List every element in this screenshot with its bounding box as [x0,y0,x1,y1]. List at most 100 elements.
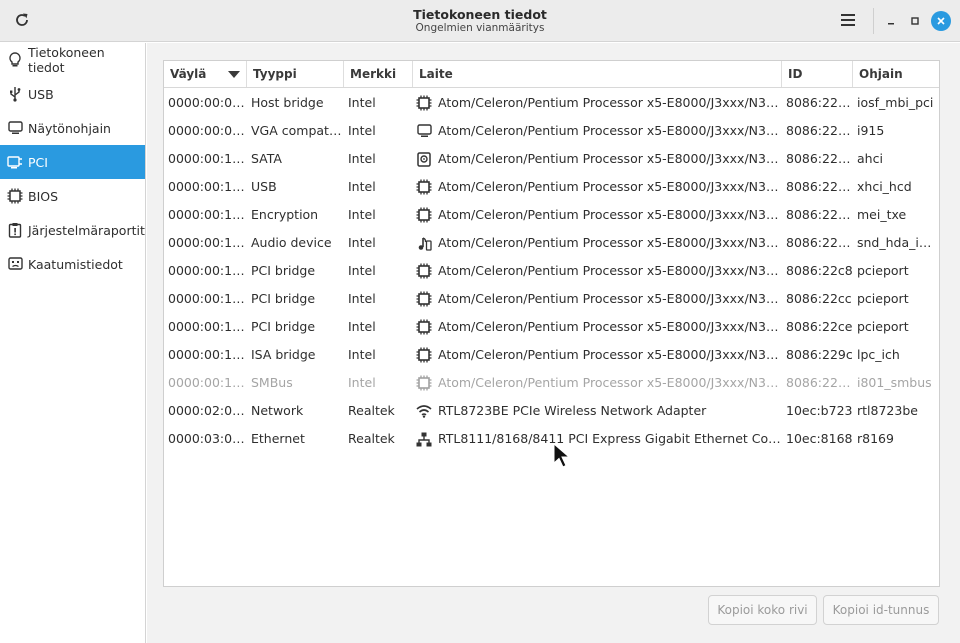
window-title: Tietokoneen tiedot [413,7,547,22]
sidebar-item-system-reports[interactable]: Järjestelmäraportit [0,213,145,247]
sidebar-item-pci[interactable]: PCI [0,145,145,179]
column-header-device[interactable]: Laite [413,61,782,87]
table-row[interactable]: 0000:00:1f.3 SMBus Intel Atom/Celeron/Penti… [164,369,939,397]
cell-type: Host bridge [251,95,324,110]
table-row[interactable]: 0000:00:00.0 Host bridge Intel Atom/Celeron… [164,89,939,117]
cell-bus: 0000:00:1c.2 [168,291,247,306]
cell-driver: i801_smbus [857,375,932,390]
monitor-icon [416,123,432,139]
close-button[interactable] [931,11,951,31]
sidebar-item-label: PCI [28,154,48,170]
table-row[interactable]: 0000:02:00.0 Network Realtek RTL8723BE PCIe… [164,397,939,425]
usb-icon [7,86,23,102]
cell-vendor: Intel [348,291,376,306]
hamburger-menu-icon [841,13,855,29]
sidebar-item-usb[interactable]: USB [0,77,145,111]
table-row[interactable]: 0000:00:13.0 SATA Intel Atom/Celeron/Pentiu… [164,145,939,173]
cell-driver: rtl8723be [857,403,918,418]
refresh-button[interactable] [8,7,36,35]
table-row[interactable]: 0000:00:1f.0 ISA bridge Intel Atom/Celeron/… [164,341,939,369]
cell-device: Atom/Celeron/Pentium Processor x5-E8000/… [438,263,782,278]
cell-id: 8086:22cc [786,291,852,306]
cell-id: 8086:22c8 [786,263,853,278]
sidebar-item-label: Kaatumistiedot [28,256,123,272]
cell-type: USB [251,179,277,194]
table-row[interactable]: 0000:00:1a.0 Encryption Intel Atom/Celeron/… [164,201,939,229]
cell-vendor: Intel [348,123,376,138]
column-label: Tyyppi [253,67,297,81]
cell-driver: pcieport [857,263,909,278]
cell-id: 8086:229c [786,347,853,362]
cell-vendor: Intel [348,263,376,278]
chip-icon [416,207,432,223]
table-row[interactable]: 0000:00:1b.0 Audio device Intel Atom/Celero… [164,229,939,257]
cell-bus: 0000:00:02.0 [168,123,247,138]
sidebar-item-system-info[interactable]: Tietokoneen tiedot [0,43,145,77]
cell-id: 8086:22b5 [786,179,853,194]
pci-device-table[interactable]: Väylä Tyyppi Merkki Laite ID Ohjain 0000… [163,60,940,587]
menu-button[interactable] [834,7,862,35]
cell-type: SATA [251,151,282,166]
sidebar-item-label: Näytönohjain [28,120,111,136]
cell-type: VGA compatible [251,123,344,138]
sad-face-icon [7,256,23,272]
cell-bus: 0000:00:13.0 [168,151,247,166]
sidebar-item-bios[interactable]: BIOS [0,179,145,213]
cell-driver: i915 [857,123,885,138]
table-row[interactable]: 0000:00:1c.2 PCI bridge Intel Atom/Celeron/… [164,285,939,313]
audio-icon [416,235,432,251]
sidebar-item-graphics[interactable]: Näytönohjain [0,111,145,145]
cell-type: Network [251,403,304,418]
column-header-id[interactable]: ID [782,61,853,87]
chip-icon [416,291,432,307]
cell-bus: 0000:00:1c.3 [168,319,247,334]
chip-icon [416,347,432,363]
column-header-driver[interactable]: Ohjain [853,61,939,87]
cell-bus: 0000:00:1f.3 [168,375,247,390]
cell-device: Atom/Celeron/Pentium Processor x5-E8000/… [438,347,782,362]
cell-driver: r8169 [857,431,894,446]
cell-bus: 0000:00:00.0 [168,95,247,110]
cell-vendor: Intel [348,179,376,194]
copy-id-button[interactable]: Kopioi id-tunnus [823,595,939,625]
cell-id: 8086:2298 [786,207,853,222]
minimize-button[interactable] [881,11,901,31]
sidebar-item-label: BIOS [28,188,59,204]
table-row[interactable]: 0000:00:1c.0 PCI bridge Intel Atom/Celeron/… [164,257,939,285]
cell-id: 8086:22a3 [786,151,853,166]
cell-bus: 0000:02:00.0 [168,403,247,418]
chip-icon [416,319,432,335]
refresh-icon [14,12,30,31]
table-row[interactable]: 0000:00:14.0 USB Intel Atom/Celeron/Pentium… [164,173,939,201]
table-row[interactable]: 0000:03:00.0 Ethernet Realtek RTL8111/8168/… [164,425,939,453]
cell-driver: snd_hda_intel [857,235,939,250]
network-icon [416,431,432,447]
column-header-vendor[interactable]: Merkki [344,61,413,87]
column-header-type[interactable]: Tyyppi [247,61,344,87]
cell-vendor: Intel [348,347,376,362]
copy-row-button[interactable]: Kopioi koko rivi [708,595,817,625]
cell-vendor: Realtek [348,403,395,418]
sidebar-item-crash-reports[interactable]: Kaatumistiedot [0,247,145,281]
table-row[interactable]: 0000:00:1c.3 PCI bridge Intel Atom/Celeron/… [164,313,939,341]
lightbulb-icon [7,52,23,68]
cell-vendor: Realtek [348,431,395,446]
maximize-button[interactable] [905,11,925,31]
cell-id: 10ec:8168 [786,431,853,446]
column-header-bus[interactable]: Väylä [164,61,247,87]
cell-device: Atom/Celeron/Pentium Processor x5-E8000/… [438,207,782,222]
cell-driver: mei_txe [857,207,907,222]
cell-id: 8086:2284 [786,235,853,250]
table-row[interactable]: 0000:00:02.0 VGA compatible Intel Atom/Cele… [164,117,939,145]
maximize-icon [910,14,920,29]
cell-driver: pcieport [857,291,909,306]
cell-type: SMBus [251,375,293,390]
close-icon [936,14,946,29]
cell-type: PCI bridge [251,319,316,334]
cell-vendor: Intel [348,235,376,250]
cell-device: RTL8723BE PCIe Wireless Network Adapter [438,403,707,418]
cell-type: PCI bridge [251,291,316,306]
cell-device: Atom/Celeron/Pentium Processor x5-E8000/… [438,375,782,390]
cell-id: 10ec:b723 [786,403,853,418]
cell-type: Encryption [251,207,319,222]
